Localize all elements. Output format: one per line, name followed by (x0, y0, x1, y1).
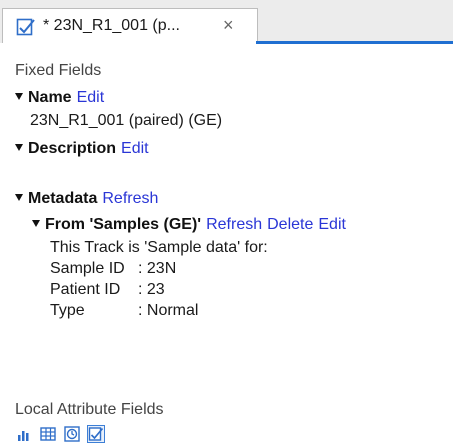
table-icon[interactable] (39, 425, 57, 443)
description-row: Description Edit (15, 140, 149, 158)
metadata-note: This Track is 'Sample data' for: (50, 239, 268, 256)
name-value: 23N_R1_001 (paired) (GE) (30, 112, 223, 129)
document-edit-icon (16, 17, 36, 37)
metadata-item: Sample ID : 23N (50, 260, 176, 278)
tab-bar: * 23N_R1_001 (p... × (0, 0, 453, 44)
tab-title: * 23N_R1_001 (p... (43, 17, 180, 34)
clock-icon[interactable] (63, 425, 81, 443)
local-attribute-toolbar (15, 424, 105, 444)
metadata-item: Patient ID : 23 (50, 281, 165, 299)
metadata-value: : Normal (138, 302, 199, 319)
metadata-source-label: From 'Samples (GE)' (45, 216, 202, 233)
expand-triangle-icon[interactable] (15, 194, 23, 202)
metadata-key: Sample ID (50, 260, 125, 277)
metadata-item: Type : Normal (50, 302, 198, 320)
description-label: Description (28, 140, 117, 157)
close-icon[interactable]: × (223, 15, 234, 36)
metadata-refresh-link[interactable]: Refresh (102, 190, 158, 207)
metadata-value: : 23 (138, 281, 165, 298)
track-properties-panel: Fixed Fields Name Edit 23N_R1_001 (paired… (0, 44, 453, 446)
expand-triangle-icon[interactable] (32, 220, 40, 228)
expand-triangle-icon[interactable] (15, 93, 23, 101)
metadata-source-row: From 'Samples (GE)' Refresh Delete Edit (32, 216, 346, 234)
local-attribute-fields-heading: Local Attribute Fields (15, 401, 164, 418)
tab-track[interactable]: * 23N_R1_001 (p... × (2, 8, 258, 43)
metadata-row: Metadata Refresh (15, 190, 158, 208)
metadata-label: Metadata (28, 190, 98, 207)
metadata-source-delete-link[interactable]: Delete (267, 216, 313, 233)
metadata-key: Type (50, 302, 85, 319)
bar-chart-icon[interactable] (15, 425, 33, 443)
description-edit-link[interactable]: Edit (121, 140, 149, 157)
metadata-source-refresh-link[interactable]: Refresh (206, 216, 262, 233)
metadata-key: Patient ID (50, 281, 121, 298)
metadata-source-edit-link[interactable]: Edit (318, 216, 346, 233)
name-label: Name (28, 89, 72, 106)
fixed-fields-heading: Fixed Fields (15, 62, 102, 79)
name-row: Name Edit (15, 89, 104, 107)
metadata-value: : 23N (138, 260, 177, 277)
name-edit-link[interactable]: Edit (77, 89, 105, 106)
document-edit-icon[interactable] (87, 425, 105, 443)
expand-triangle-icon[interactable] (15, 144, 23, 152)
